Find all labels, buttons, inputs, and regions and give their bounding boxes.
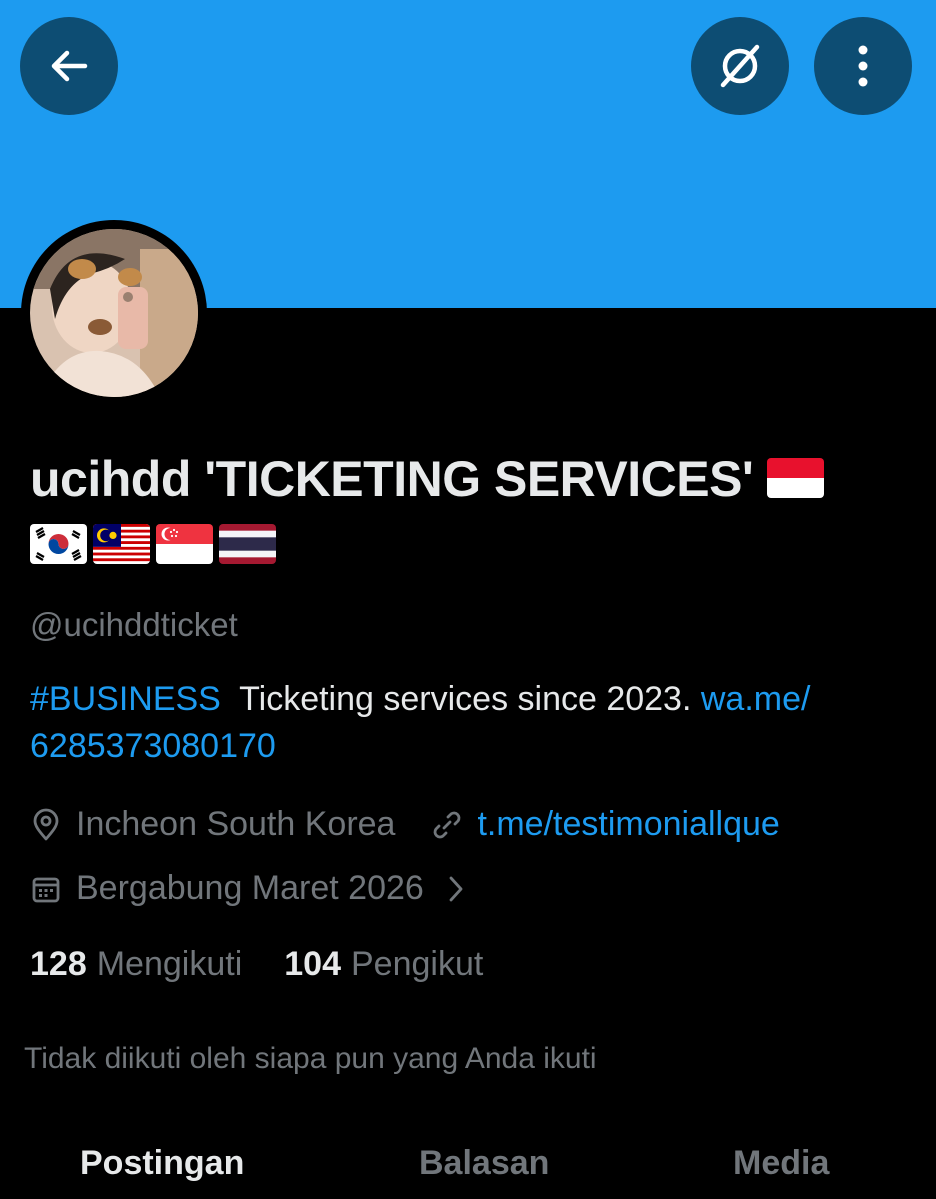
avatar[interactable] (21, 220, 207, 406)
bio-hashtag-link[interactable]: #BUSINESS (30, 680, 221, 718)
vertical-dots-icon (858, 45, 868, 87)
avatar-image (30, 229, 198, 397)
grok-button[interactable] (691, 17, 789, 115)
thailand-flag-icon (219, 524, 276, 564)
malaysia-flag-icon (93, 524, 150, 564)
calendar-icon (30, 873, 62, 905)
tab-media[interactable]: Media (733, 1144, 829, 1183)
grok-slash-icon (720, 44, 760, 88)
chevron-right-icon (446, 874, 466, 904)
link-chain-icon (431, 809, 463, 841)
profile-meta-row: Incheon South Korea t.me/testimoniallque (30, 805, 780, 844)
profile-joined-row[interactable]: Bergabung Maret 2026 (30, 869, 480, 908)
followed-by-text: Tidak diikuti oleh siapa pun yang Anda i… (24, 1042, 597, 1075)
more-options-button[interactable] (814, 17, 912, 115)
profile-tabs: Postingan Balasan Media (0, 1138, 936, 1199)
bio-text: Ticketing services since 2023. (239, 680, 692, 718)
display-name: ucihdd 'TICKETING SERVICES' (30, 451, 754, 507)
profile-location: Incheon South Korea (76, 805, 396, 843)
tab-replies[interactable]: Balasan (419, 1144, 549, 1183)
profile-display-name-block: ucihdd 'TICKETING SERVICES' (30, 448, 910, 564)
tab-posts[interactable]: Postingan (80, 1144, 244, 1183)
following-count: 128 (30, 945, 87, 983)
back-button[interactable] (20, 17, 118, 115)
bio-link-part1: wa.me/ (700, 680, 811, 718)
profile-joined-date: Bergabung Maret 2026 (76, 869, 424, 907)
followers-label: Pengikut (350, 945, 484, 983)
singapore-flag-icon (156, 524, 213, 564)
followers-count: 104 (284, 945, 341, 983)
location-pin-icon (30, 808, 62, 842)
indonesia-flag-icon (767, 458, 825, 498)
profile-bio: #BUSINESS Ticketing services since 2023.… (30, 676, 910, 770)
followers-stat[interactable]: 104 Pengikut (284, 945, 483, 984)
bio-link-part2: 6285373080170 (30, 727, 276, 765)
following-stat[interactable]: 128 Mengikuti (30, 945, 242, 984)
profile-handle: @ucihddticket (30, 606, 238, 643)
profile-stats: 128 Mengikuti 104 Pengikut (30, 945, 483, 984)
flag-emoji-row (30, 524, 910, 564)
arrow-left-icon (51, 50, 88, 82)
profile-website-link[interactable]: t.me/testimoniallque (477, 805, 779, 844)
following-label: Mengikuti (96, 945, 243, 983)
south-korea-flag-icon (30, 524, 87, 564)
